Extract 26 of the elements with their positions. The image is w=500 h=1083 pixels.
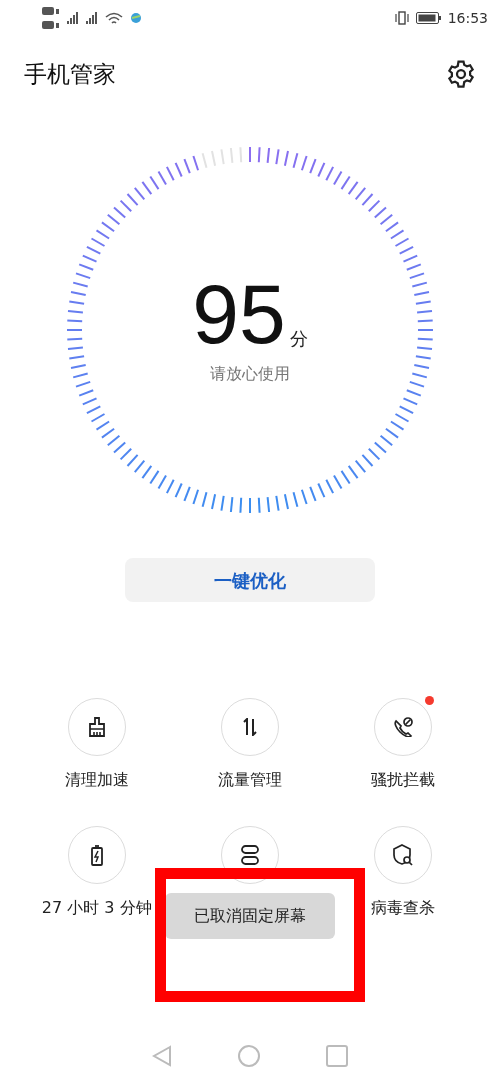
vibrate-icon bbox=[393, 11, 410, 25]
toast: 已取消固定屏幕 bbox=[165, 893, 335, 939]
feature-label: 病毒查杀 bbox=[371, 897, 436, 918]
signal-icon bbox=[86, 12, 97, 24]
feature-label: 清理加速 bbox=[64, 769, 129, 790]
score-unit: 分 bbox=[289, 327, 308, 351]
feature-label: 流量管理 bbox=[218, 769, 282, 790]
status-time: 16:53 bbox=[447, 8, 488, 28]
score-caption: 请放心使用 bbox=[210, 363, 290, 385]
phone-blocked-icon bbox=[393, 717, 413, 737]
hd-icon bbox=[42, 7, 59, 29]
wifi-icon bbox=[105, 12, 123, 24]
brush-icon bbox=[88, 717, 105, 737]
toggles-icon bbox=[241, 845, 259, 865]
score-value: 95 bbox=[192, 272, 286, 356]
battery-icon bbox=[415, 12, 442, 24]
shield-search-icon bbox=[393, 844, 414, 866]
settings-icon[interactable] bbox=[446, 59, 476, 89]
feature-label: 27 小时 3 分钟 bbox=[41, 897, 152, 918]
battery-charging-icon bbox=[90, 844, 103, 866]
app-title: 手机管家 bbox=[24, 59, 116, 89]
feature-label: 骚扰拦截 bbox=[371, 769, 436, 790]
globe-icon bbox=[131, 13, 141, 23]
signal-icon bbox=[67, 12, 78, 24]
optimize-button[interactable]: 一键优化 bbox=[125, 558, 375, 602]
up-down-arrows-icon bbox=[243, 718, 257, 736]
